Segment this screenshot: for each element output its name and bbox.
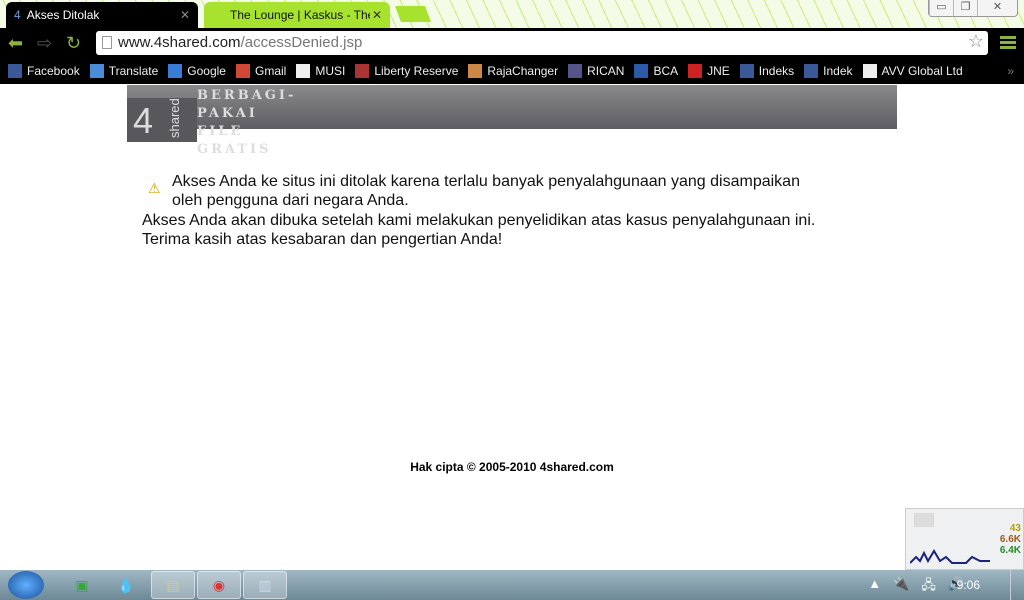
google-icon: [168, 64, 183, 78]
bookmark-google[interactable]: Google: [168, 64, 226, 78]
tab-label: Akses Ditolak: [26, 8, 100, 22]
bookmark-indek[interactable]: Indek: [804, 64, 853, 78]
bookmark-jne[interactable]: JNE: [688, 64, 730, 78]
message-line: Akses Anda ke situs ini ditolak karena t…: [172, 173, 800, 209]
bookmark-label: Gmail: [254, 64, 287, 78]
start-button[interactable]: [8, 571, 44, 599]
tab-kaskus[interactable]: The Lounge | Kaskus - The ✕: [204, 2, 390, 28]
message-line: Terima kasih atas kesabaran dan pengerti…: [142, 231, 503, 248]
url-host: www.4shared.com: [118, 34, 241, 51]
4shared-logo[interactable]: 4 shared: [127, 98, 197, 142]
gadget-value: 6.4K: [999, 545, 1021, 556]
bookmark-label: BCA: [653, 64, 679, 78]
page-icon: [296, 64, 311, 78]
title-bar: 4 Akses Ditolak ✕ The Lounge | Kaskus - …: [0, 0, 1024, 28]
back-icon[interactable]: ⬅: [8, 33, 23, 54]
bookmarks-bar: Facebook Translate Google Gmail MUSI Liberty …: [0, 58, 1024, 84]
slogan-line: GRATIS: [197, 142, 272, 157]
chrome-taskbar-icon[interactable]: ◉: [197, 571, 241, 599]
explorer-taskbar-icon[interactable]: ▤: [151, 571, 195, 599]
bookmark-label: AVV Global Ltd: [881, 64, 963, 78]
copyright: Hak cipta © 2005-2010 4shared.com: [410, 460, 614, 474]
jne-icon: [688, 64, 703, 78]
new-tab-button[interactable]: [395, 6, 431, 22]
translate-icon: [89, 64, 104, 78]
bookmark-indeks[interactable]: Indeks: [739, 64, 795, 78]
bookmark-label: RICAN: [587, 64, 625, 78]
network-meter-gadget[interactable]: 43 6.6K 6.4K: [905, 508, 1024, 570]
reload-icon[interactable]: ↻: [66, 33, 81, 54]
facebook-icon: [739, 64, 754, 78]
slogan-line: BERBAGI-: [197, 88, 297, 103]
slogan-line: PAKAI: [197, 106, 258, 121]
network-graph: [910, 549, 990, 564]
bookmark-label: RajaChanger: [487, 64, 559, 78]
tab-akses-ditolak[interactable]: 4 Akses Ditolak ✕: [6, 2, 198, 28]
gmail-icon: [235, 64, 250, 78]
gadget-value: 43: [1009, 523, 1021, 534]
show-hidden-icons[interactable]: ▲: [868, 576, 881, 598]
droplet-taskbar-icon[interactable]: 💧: [104, 571, 148, 599]
network-icon[interactable]: 🖧: [921, 576, 936, 598]
browser-toolbar: ⬅ ⇨ ↻ www.4shared.com/accessDenied.jsp ☆: [0, 28, 1024, 58]
facebook-icon: [8, 64, 22, 78]
facebook-icon: [804, 64, 819, 78]
bookmark-label: Google: [187, 64, 226, 78]
logo-word: shared: [167, 98, 182, 138]
clock[interactable]: 9:06: [957, 578, 980, 592]
bookmark-star-icon[interactable]: ☆: [968, 31, 984, 52]
bookmark-gmail[interactable]: Gmail: [235, 64, 287, 78]
close-window-icon[interactable]: ✕: [977, 0, 1017, 16]
bookmark-facebook[interactable]: Facebook: [8, 64, 80, 78]
bca-icon: [634, 64, 649, 78]
4shared-favicon: 4: [14, 8, 21, 22]
forward-icon[interactable]: ⇨: [37, 33, 52, 54]
slogan: BERBAGI- PAKAI FILE GRATIS: [197, 87, 296, 159]
excel-taskbar-icon[interactable]: ▣: [60, 571, 104, 599]
bookmark-rajachanger[interactable]: RajaChanger: [468, 64, 558, 78]
restore-icon[interactable]: ❐: [953, 0, 977, 16]
bookmark-liberty-reserve[interactable]: Liberty Reserve: [355, 64, 458, 78]
message-line: Akses Anda akan dibuka setelah kami mela…: [142, 212, 816, 229]
page-icon: [862, 64, 877, 78]
power-icon[interactable]: 🔌: [893, 576, 909, 598]
bookmark-label: MUSI: [315, 64, 346, 78]
bookmark-musi[interactable]: MUSI: [296, 64, 345, 78]
bookmark-translate[interactable]: Translate: [89, 64, 159, 78]
bookmark-label: JNE: [707, 64, 730, 78]
close-tab-icon[interactable]: ✕: [180, 8, 190, 22]
bookmark-label: Indek: [823, 64, 853, 78]
minimize-icon[interactable]: ▭: [929, 0, 953, 16]
bookmark-label: Indeks: [758, 64, 795, 78]
address-bar[interactable]: www.4shared.com/accessDenied.jsp ☆: [96, 31, 988, 55]
access-denied-message: Akses Anda ke situs ini ditolak karena t…: [142, 172, 832, 249]
page-icon: [102, 36, 112, 49]
bookmark-avv-global-ltd[interactable]: AVV Global Ltd: [862, 64, 963, 78]
bookmark-rican[interactable]: RICAN: [568, 64, 624, 78]
menu-icon[interactable]: [1000, 36, 1016, 49]
taskbar: ▣ 💧 ▤ ◉ ▥ ▲ 🔌 🖧 🔊 9:06: [0, 570, 1024, 600]
notepad-taskbar-icon[interactable]: ▥: [243, 571, 287, 599]
more-bookmarks-icon[interactable]: »: [1007, 64, 1014, 78]
bookmark-label: Liberty Reserve: [374, 64, 459, 78]
gadget-value: 6.6K: [999, 534, 1021, 545]
bookmark-label: Translate: [108, 64, 159, 78]
star-icon: [568, 64, 583, 78]
show-desktop-button[interactable]: [1010, 570, 1024, 600]
close-tab-icon[interactable]: ✕: [372, 8, 382, 22]
url-path: /accessDenied.jsp: [240, 34, 363, 51]
rajachanger-icon: [468, 64, 483, 78]
slogan-line: FILE: [197, 124, 244, 139]
tab-label: The Lounge | Kaskus - The: [230, 8, 370, 22]
liberty-reserve-icon: [355, 64, 370, 78]
bookmark-label: Facebook: [27, 64, 80, 78]
logo-number: 4: [133, 100, 154, 141]
bookmark-bca[interactable]: BCA: [634, 64, 678, 78]
